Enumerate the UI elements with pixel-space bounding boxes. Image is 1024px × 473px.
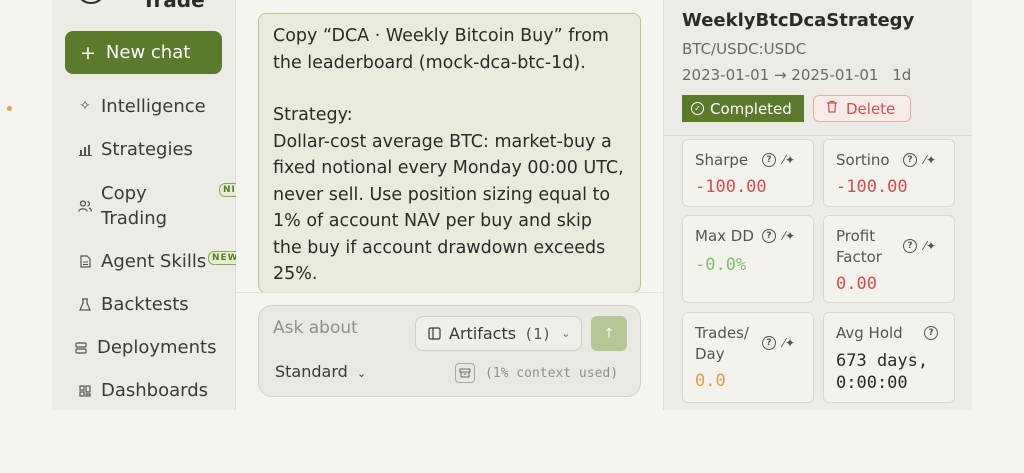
metric-card-avg-hold: Avg Hold ? 673 days, 0:00:00 bbox=[823, 312, 955, 403]
plus-icon: + bbox=[80, 41, 96, 64]
magic-wand-icon[interactable]: ⁄✦ bbox=[782, 336, 796, 350]
metric-card-profit-factor: Profit Factor ? ⁄✦ 0.00 bbox=[823, 215, 955, 303]
sidebar-item-backtests[interactable]: Backtests bbox=[76, 292, 189, 317]
message-text: Copy “DCA · Weekly Bitcoin Buy” from the… bbox=[273, 26, 609, 73]
metric-label: Max DD bbox=[695, 227, 754, 245]
sidebar-item-label: Backtests bbox=[101, 294, 189, 315]
sidebar-item-label: Dashboards bbox=[101, 380, 209, 401]
sidebar-item-strategies[interactable]: Strategies bbox=[76, 137, 193, 162]
brand-logo-icon bbox=[76, 0, 106, 4]
message-text: Strategy: bbox=[273, 105, 353, 125]
metric-card-sortino: Sortino ? ⁄✦ -100.00 bbox=[823, 139, 955, 207]
metric-value: 0.00 bbox=[836, 274, 877, 294]
grid-icon bbox=[76, 378, 94, 403]
metric-label: Avg Hold bbox=[836, 324, 903, 342]
strategy-range: 2023-01-01 → 2025-01-01 1d bbox=[682, 66, 911, 84]
sparkle-icon: ✧ bbox=[79, 98, 91, 114]
composer-divider bbox=[236, 292, 663, 293]
sidebar: Trade + New chat ✧ Intelligence Strategi… bbox=[52, 0, 243, 410]
strategy-pair: BTC/USDC:USDC bbox=[682, 40, 807, 58]
sidebar-item-label: Copy Trading bbox=[101, 183, 168, 229]
artifacts-count: (1) bbox=[524, 324, 552, 343]
help-icon[interactable]: ? bbox=[903, 239, 917, 253]
date-range: 2023-01-01 → 2025-01-01 bbox=[682, 66, 879, 84]
artifacts-label: Artifacts bbox=[449, 324, 517, 343]
document-icon bbox=[76, 249, 94, 274]
new-chat-button[interactable]: + New chat bbox=[65, 31, 222, 74]
decorative-dot bbox=[7, 106, 12, 111]
mode-select[interactable]: Standard ⌄ bbox=[275, 362, 366, 381]
sidebar-item-copy-trading[interactable]: Copy Trading bbox=[76, 181, 181, 231]
archive-icon[interactable] bbox=[455, 363, 475, 383]
magic-wand-icon[interactable]: ⁄✦ bbox=[923, 239, 937, 253]
metric-card-trades-day: Trades/ Day ? ⁄✦ 0.0 bbox=[682, 312, 814, 403]
timeframe: 1d bbox=[892, 66, 912, 84]
help-icon[interactable]: ? bbox=[924, 326, 938, 340]
metric-value: 673 days, 0:00:00 bbox=[836, 351, 929, 393]
chevron-down-icon: ⌄ bbox=[356, 367, 367, 380]
flask-icon bbox=[76, 292, 94, 317]
panel-divider bbox=[664, 135, 972, 136]
sidebar-item-intelligence[interactable]: ✧ Intelligence bbox=[76, 94, 206, 119]
artifacts-button[interactable]: Artifacts (1) ⌄ bbox=[415, 316, 582, 351]
sidebar-item-label: Intelligence bbox=[101, 96, 206, 117]
metric-label: Sortino bbox=[836, 151, 890, 169]
strategy-panel: WeeklyBtcDcaStrategy BTC/USDC:USDC 2023-… bbox=[663, 0, 972, 410]
panel-icon bbox=[428, 327, 441, 340]
composer: Ask about Artifacts (1) ⌄ ↑ Standard ⌄ (… bbox=[258, 305, 641, 397]
context-text: (1% context used) bbox=[485, 365, 619, 381]
sidebar-item-label: Strategies bbox=[101, 139, 193, 160]
sidebar-item-deployments[interactable]: Deployments bbox=[72, 335, 216, 360]
message-text: Dollar-cost average BTC: market-buy a fi… bbox=[273, 131, 624, 285]
sidebar-item-dashboards[interactable]: Dashboards bbox=[76, 378, 208, 403]
users-icon bbox=[76, 181, 94, 231]
help-icon[interactable]: ? bbox=[762, 153, 776, 167]
metric-label: Profit Factor bbox=[836, 227, 882, 266]
trash-icon bbox=[826, 100, 838, 117]
metric-value: -100.00 bbox=[836, 177, 908, 197]
metric-card-max-dd: Max DD ? ⁄✦ -0.0% bbox=[682, 215, 814, 303]
context-usage: (1% context used) bbox=[455, 363, 618, 383]
metric-label: Trades/ Day bbox=[695, 324, 749, 363]
magic-wand-icon[interactable]: ⁄✦ bbox=[923, 153, 937, 167]
sidebar-item-agent-skills[interactable]: Agent Skills bbox=[76, 249, 206, 274]
server-icon bbox=[72, 335, 90, 360]
metric-label: Sharpe bbox=[695, 151, 749, 169]
magic-wand-icon[interactable]: ⁄✦ bbox=[782, 229, 796, 243]
mode-label: Standard bbox=[275, 362, 348, 381]
help-icon[interactable]: ? bbox=[762, 336, 776, 350]
magic-wand-icon[interactable]: ⁄✦ bbox=[782, 153, 796, 167]
chart-icon bbox=[76, 137, 94, 162]
delete-button[interactable]: Delete bbox=[813, 95, 911, 122]
chat-panel: Copy “DCA · Weekly Bitcoin Buy” from the… bbox=[236, 0, 663, 410]
new-chat-label: New chat bbox=[105, 42, 191, 63]
delete-label: Delete bbox=[846, 99, 896, 118]
app-window: Trade + New chat ✧ Intelligence Strategi… bbox=[52, 0, 972, 410]
check-circle-icon: ✓ bbox=[691, 102, 704, 115]
chat-input[interactable]: Ask about bbox=[273, 318, 358, 338]
metric-value: 0.0 bbox=[695, 371, 726, 391]
brand-name: Trade bbox=[142, 0, 205, 12]
sidebar-item-label: Agent Skills bbox=[101, 251, 207, 272]
sidebar-item-label: Deployments bbox=[97, 337, 217, 358]
chevron-down-icon: ⌄ bbox=[561, 327, 571, 340]
metric-card-sharpe: Sharpe ? ⁄✦ -100.00 bbox=[682, 139, 814, 207]
status-label: Completed bbox=[710, 99, 792, 118]
help-icon[interactable]: ? bbox=[903, 153, 917, 167]
send-button[interactable]: ↑ bbox=[591, 316, 627, 351]
help-icon[interactable]: ? bbox=[762, 229, 776, 243]
arrow-up-icon: ↑ bbox=[603, 325, 615, 342]
status-badge: ✓ Completed bbox=[682, 95, 804, 122]
metric-value: -0.0% bbox=[695, 255, 747, 275]
metric-value: -100.00 bbox=[695, 177, 767, 197]
user-message: Copy “DCA · Weekly Bitcoin Buy” from the… bbox=[258, 13, 641, 293]
strategy-title: WeeklyBtcDcaStrategy bbox=[682, 10, 915, 31]
